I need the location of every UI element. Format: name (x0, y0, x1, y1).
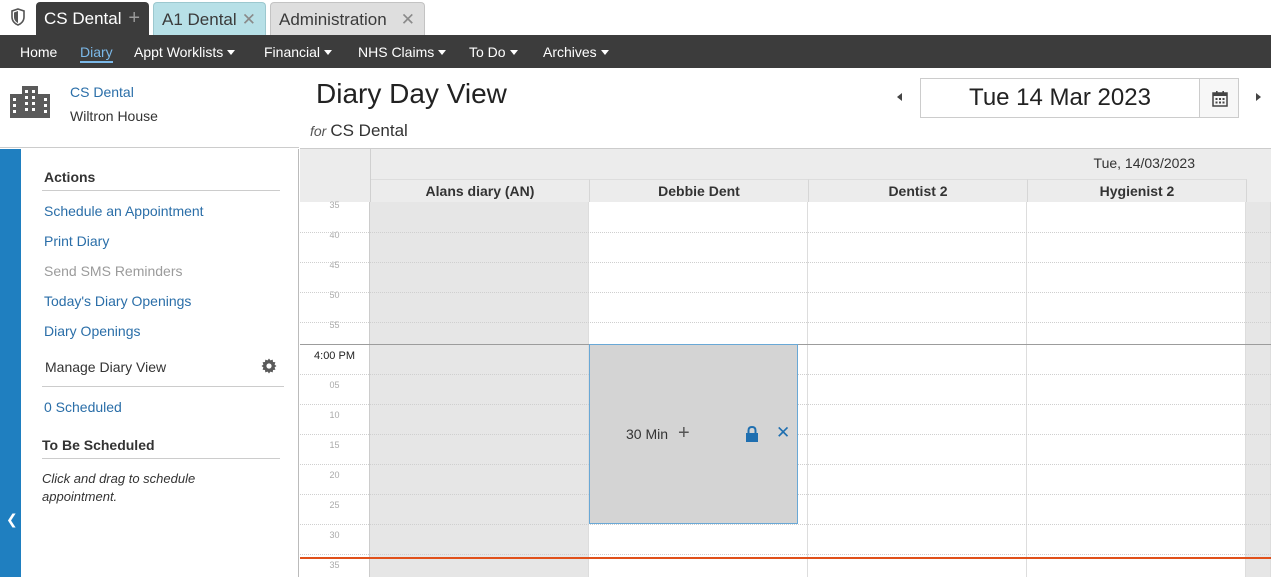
nav-todo[interactable]: To Do (469, 35, 518, 68)
slot-divider (300, 232, 1271, 233)
caret-down-icon (227, 49, 236, 55)
to-be-scheduled-title: To Be Scheduled (42, 437, 155, 453)
time-label: 50 (329, 290, 340, 300)
close-icon[interactable]: ✕ (776, 423, 790, 443)
slot-divider (300, 292, 1271, 293)
time-label: 30 (329, 530, 340, 540)
print-diary-link[interactable]: Print Diary (44, 233, 109, 249)
for-label: for (310, 123, 327, 139)
time-header (300, 149, 370, 202)
drag-hint: Click and drag to schedule appointment. (42, 471, 196, 504)
actions-title: Actions (44, 169, 96, 185)
nav-label: Appt Worklists (134, 44, 224, 60)
time-label: 35 (329, 560, 340, 570)
nav-financial[interactable]: Financial (264, 35, 333, 68)
practice-label: CS Dental (330, 121, 408, 140)
close-icon[interactable]: ✕ (242, 3, 256, 36)
date-field[interactable]: Tue 14 Mar 2023 (920, 78, 1199, 118)
lock-icon[interactable] (745, 426, 759, 442)
caret-down-icon (438, 49, 447, 55)
gear-icon[interactable] (261, 358, 277, 374)
diary-column-hygienist2[interactable] (1027, 202, 1246, 577)
nav-label: NHS Claims (358, 44, 435, 60)
divider (42, 458, 280, 459)
nav-appt-worklists[interactable]: Appt Worklists (134, 35, 236, 68)
diary-column-alan[interactable] (370, 202, 589, 577)
page-subtitle: for CS Dental (310, 121, 408, 141)
diary-openings-link[interactable]: Diary Openings (44, 323, 141, 339)
time-label: 55 (329, 320, 340, 330)
plus-icon[interactable]: + (128, 2, 140, 35)
nav-diary[interactable]: Diary (80, 35, 113, 68)
slots-area (370, 202, 1271, 577)
practice-site: Wiltron House (70, 108, 158, 124)
slot-divider (300, 322, 1271, 323)
slot-divider (300, 554, 1271, 555)
time-label: 45 (329, 260, 340, 270)
grid-header: Tue, 14/03/2023 Alans diary (AN) Debbie … (370, 149, 1271, 202)
column-header: Dentist 2 (809, 179, 1028, 202)
time-label: 10 (329, 410, 340, 420)
divider (42, 190, 280, 191)
building-icon (10, 86, 50, 118)
grid-date-label: Tue, 14/03/2023 (1093, 155, 1195, 171)
diary-column-overflow (1246, 202, 1271, 577)
chevron-left-icon: ❮ (6, 511, 18, 527)
schedule-appointment-link[interactable]: Schedule an Appointment (44, 203, 204, 219)
send-sms-reminders-link: Send SMS Reminders (44, 263, 183, 279)
divider (42, 386, 284, 387)
page-title: Diary Day View (316, 78, 507, 109)
todays-diary-openings-link[interactable]: Today's Diary Openings (44, 293, 191, 309)
time-label: 20 (329, 470, 340, 480)
time-label: 40 (329, 230, 340, 240)
diary-grid: Tue, 14/03/2023 Alans diary (AN) Debbie … (300, 148, 1271, 577)
next-day-arrow-icon[interactable] (1256, 93, 1261, 101)
caret-down-icon (509, 49, 518, 55)
nav-label: Archives (543, 44, 597, 60)
time-label: 25 (329, 500, 340, 510)
practice-name-link[interactable]: CS Dental (70, 84, 134, 100)
time-column: 35 40 45 50 55 4:00 PM 05 10 15 20 25 30… (300, 200, 370, 577)
nav-home[interactable]: Home (20, 35, 57, 68)
diary-column-dentist2[interactable] (808, 202, 1027, 577)
tab-cs-dental[interactable]: CS Dental + (36, 2, 149, 35)
tab-administration[interactable]: Administration ✕ (270, 2, 425, 35)
nav-nhs-claims[interactable]: NHS Claims (358, 35, 447, 68)
manage-diary-view-title: Manage Diary View (45, 359, 167, 375)
caret-down-icon (600, 49, 609, 55)
slot-divider (300, 262, 1271, 263)
calendar-icon (1212, 91, 1228, 107)
shield-icon (11, 8, 25, 26)
nav-archives[interactable]: Archives (543, 35, 609, 68)
caret-down-icon (324, 49, 333, 55)
time-label: 05 (329, 380, 340, 390)
column-header: Debbie Dent (590, 179, 809, 202)
tab-label: Administration (279, 10, 387, 29)
main-nav: Home Diary Appt Worklists Financial NHS … (0, 35, 1271, 68)
plus-icon[interactable]: + (678, 422, 690, 445)
tab-label: CS Dental (44, 9, 122, 28)
scheduled-count-link[interactable]: 0 Scheduled (44, 399, 122, 415)
current-time-line (300, 557, 1271, 559)
time-label-hour: 4:00 PM (314, 350, 355, 362)
slot-divider (300, 524, 1271, 525)
calendar-button[interactable] (1199, 78, 1239, 118)
column-header: Alans diary (AN) (371, 179, 590, 202)
nav-label: To Do (469, 44, 506, 60)
actions-panel: Actions Schedule an Appointment Print Di… (21, 149, 299, 577)
tab-label: A1 Dental (162, 10, 237, 29)
previous-day-arrow-icon[interactable] (897, 93, 902, 101)
time-label: 35 (329, 200, 340, 210)
nav-label: Financial (264, 44, 321, 60)
practice-info: CS Dental Wiltron House (0, 68, 299, 148)
collapse-sidebar-button[interactable]: ❮ (0, 149, 21, 577)
time-label: 15 (329, 440, 340, 450)
tab-strip: CS Dental + A1 Dental ✕ Administration ✕ (0, 0, 1271, 35)
column-header: Hygienist 2 (1028, 179, 1247, 202)
tab-a1-dental[interactable]: A1 Dental ✕ (153, 2, 266, 35)
appointment-duration: 30 Min (626, 426, 669, 442)
appointment-block[interactable]: 30 Min + ✕ (589, 344, 798, 524)
close-icon[interactable]: ✕ (401, 3, 415, 36)
